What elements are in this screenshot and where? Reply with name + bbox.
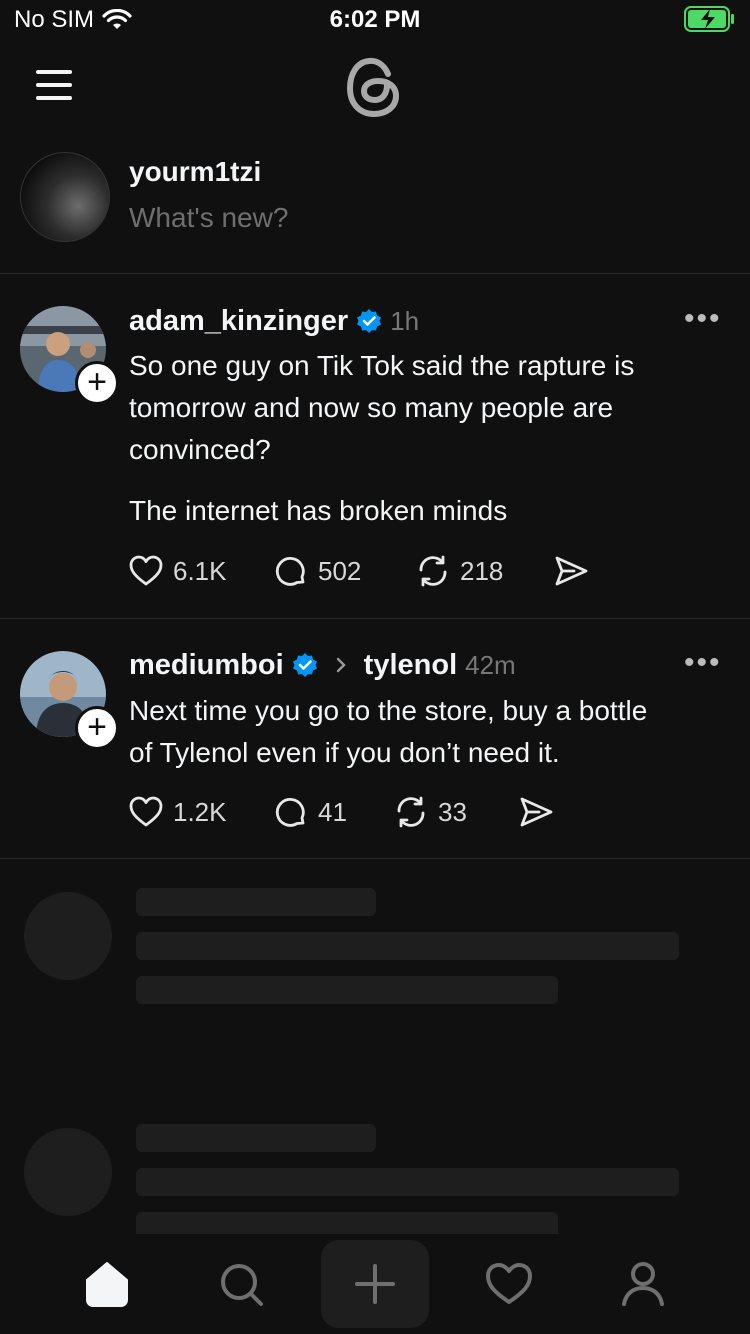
post-time: 1h bbox=[390, 305, 420, 336]
verified-badge-icon bbox=[292, 653, 317, 677]
skeleton-line bbox=[136, 932, 679, 960]
repost-count: 218 bbox=[460, 555, 504, 586]
skeleton-line bbox=[136, 1168, 679, 1196]
share-button[interactable] bbox=[552, 552, 590, 590]
home-icon bbox=[86, 1262, 128, 1307]
follow-button[interactable]: + bbox=[75, 706, 119, 750]
reply-button[interactable]: 41 bbox=[272, 793, 392, 831]
send-icon bbox=[555, 556, 588, 586]
post-username[interactable]: mediumboi bbox=[129, 649, 284, 682]
repost-icon bbox=[397, 796, 425, 828]
post-text: Next time you go to the store, buy a bot… bbox=[129, 690, 647, 774]
reply-to-username[interactable]: tylenol bbox=[364, 649, 457, 682]
tab-create[interactable] bbox=[321, 1240, 429, 1328]
post-text-line: Next time you go to the store, buy a bot… bbox=[129, 695, 648, 726]
composer-username: yourm1tzi bbox=[129, 156, 262, 187]
divider bbox=[0, 273, 750, 274]
divider bbox=[0, 858, 750, 859]
post-actions: 6.1K 502 218 bbox=[127, 552, 590, 590]
follow-button[interactable]: + bbox=[75, 361, 119, 405]
status-bar-time: 6:02 PM bbox=[329, 6, 421, 33]
post-time: 42m bbox=[465, 649, 516, 680]
chevron-right-icon bbox=[336, 657, 346, 673]
heart-icon bbox=[129, 555, 163, 586]
repost-button[interactable]: 33 bbox=[392, 793, 517, 831]
post-header: mediumboi tylenol 42m bbox=[129, 645, 516, 685]
composer-input[interactable]: What's new? bbox=[129, 202, 288, 234]
repost-button[interactable]: 218 bbox=[414, 552, 552, 590]
reply-button[interactable]: 502 bbox=[272, 552, 414, 590]
menu-icon bbox=[36, 70, 72, 74]
composer-avatar[interactable] bbox=[20, 152, 110, 242]
more-icon[interactable]: ••• bbox=[684, 302, 722, 336]
like-button[interactable]: 1.2K bbox=[127, 793, 272, 831]
battery-charging-icon bbox=[684, 6, 734, 32]
post-text-line: of Tylenol even if you don’t need it. bbox=[129, 737, 560, 768]
like-count: 1.2K bbox=[173, 796, 227, 827]
search-icon bbox=[221, 1264, 263, 1306]
divider bbox=[0, 618, 750, 619]
verified-badge-icon bbox=[357, 309, 382, 333]
skeleton-line bbox=[136, 888, 376, 916]
skeleton-avatar bbox=[24, 892, 112, 980]
skeleton-line bbox=[136, 1124, 376, 1152]
heart-icon bbox=[129, 796, 163, 827]
share-button[interactable] bbox=[517, 793, 555, 831]
like-count: 6.1K bbox=[173, 555, 227, 586]
post-text-line: tomorrow and now so many people are bbox=[129, 392, 614, 423]
post-text-line: So one guy on Tik Tok said the rapture i… bbox=[129, 350, 635, 381]
menu-button[interactable] bbox=[36, 68, 76, 102]
menu-icon-line bbox=[36, 83, 72, 87]
plus-icon bbox=[355, 1264, 395, 1304]
reply-count: 41 bbox=[318, 796, 347, 827]
profile-icon bbox=[622, 1262, 664, 1306]
post-text: So one guy on Tik Tok said the rapture i… bbox=[129, 345, 634, 471]
repost-icon bbox=[419, 555, 447, 587]
repost-count: 33 bbox=[438, 796, 467, 827]
comment-icon bbox=[275, 797, 305, 827]
tab-home[interactable] bbox=[77, 1254, 137, 1314]
skeleton-line bbox=[136, 976, 558, 1004]
tab-activity[interactable] bbox=[479, 1254, 539, 1314]
comment-icon bbox=[275, 556, 305, 586]
skeleton-avatar bbox=[24, 1128, 112, 1216]
heart-icon bbox=[486, 1263, 532, 1304]
tab-profile[interactable] bbox=[613, 1254, 673, 1314]
post-header: adam_kinzinger 1h bbox=[129, 301, 419, 341]
post-username[interactable]: adam_kinzinger bbox=[129, 305, 348, 338]
threads-logo[interactable] bbox=[340, 52, 410, 122]
post-actions: 1.2K 41 33 bbox=[127, 793, 555, 831]
like-button[interactable]: 6.1K bbox=[127, 552, 272, 590]
post-text-line: convinced? bbox=[129, 434, 271, 465]
post-text-paragraph: The internet has broken minds bbox=[129, 495, 508, 526]
menu-icon-line bbox=[36, 96, 72, 100]
reply-count: 502 bbox=[318, 555, 362, 586]
tab-search[interactable] bbox=[211, 1254, 271, 1314]
send-icon bbox=[520, 797, 553, 827]
more-icon[interactable]: ••• bbox=[684, 646, 722, 680]
